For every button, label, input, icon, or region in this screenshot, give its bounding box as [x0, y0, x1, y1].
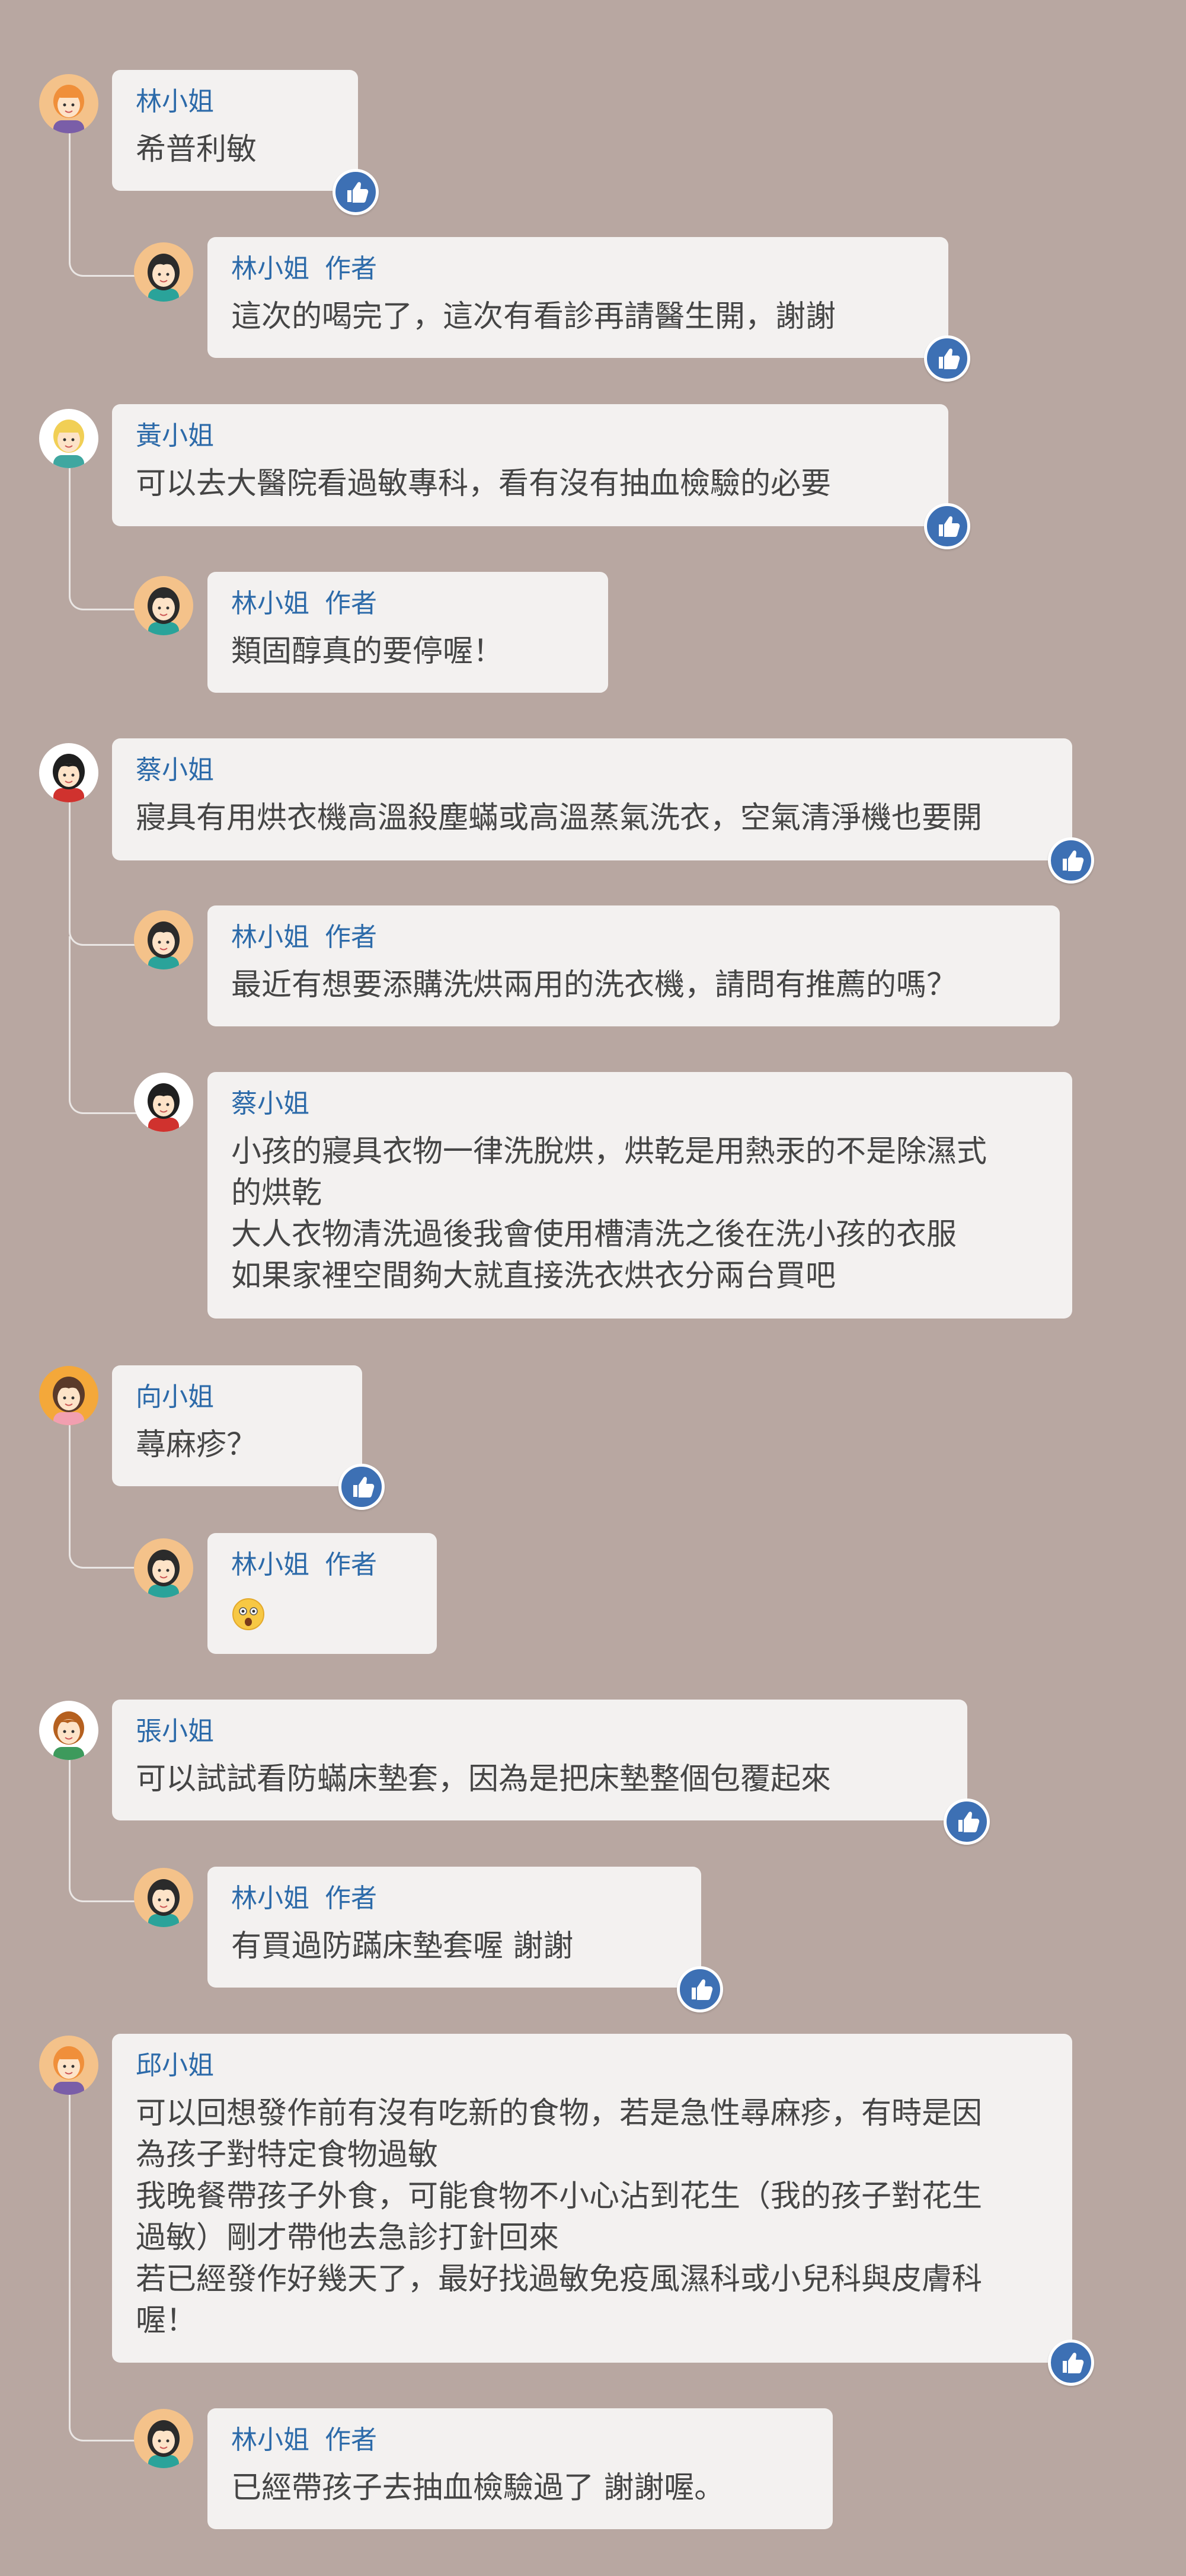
reply-line: 有買過防蹣床墊套喔 謝謝 [231, 1929, 574, 1964]
woman-black-hair-avatar-icon[interactable] [134, 1868, 193, 1927]
comment-bubble: 黃小姐 可以去大醫院看過敏專科，看有沒有抽血檢驗的必要 [112, 404, 948, 526]
thumbs-up-icon[interactable] [1048, 837, 1094, 884]
comment-line: 過敏）剛才帶他去急診打針回來 [136, 2220, 560, 2255]
reply-line: 類固醇真的要停喔！ [231, 634, 504, 669]
thumbs-up-icon[interactable] [1048, 2340, 1094, 2386]
reply-bubble: 林小姐 作者 類固醇真的要停喔！ [207, 572, 608, 693]
woman-black-hair-avatar-icon[interactable] [134, 2409, 193, 2468]
reply-text: 小孩的寢具衣物一律洗脫烘，烘乾是用熱汞的不是除濕式 的烘乾 大人衣物清洗過後我會… [231, 1131, 1048, 1297]
thumbs-up-icon[interactable] [944, 1799, 990, 1845]
author-badge: 作者 [325, 254, 377, 284]
woman-red-shirt-avatar-icon[interactable] [134, 1073, 193, 1132]
astonished-face-emoji-icon [231, 1597, 266, 1631]
commenter-name[interactable]: 林小姐 作者 [231, 922, 1036, 953]
comment-line: 為孩子對特定食物過敏 [136, 2137, 439, 2172]
commenter-name[interactable]: 林小姐 作者 [231, 1550, 413, 1580]
reply-text [231, 1592, 413, 1634]
reply-name[interactable]: 林小姐 [231, 2425, 309, 2455]
comment-line: 希普利敏 [136, 132, 257, 167]
commenter-name[interactable]: 林小姐 [136, 87, 334, 117]
commenter-name[interactable]: 黃小姐 [136, 421, 925, 452]
comment-line: 可以試試看防蟎床墊套，因為是把床墊整個包覆起來 [136, 1762, 832, 1797]
reply-name[interactable]: 林小姐 [231, 588, 309, 619]
commenter-name[interactable]: 向小姐 [136, 1382, 338, 1413]
reply-bubble: 林小姐 作者 這次的喝完了，這次有看診再請醫生開，謝謝 [207, 237, 948, 358]
woman-black-hair-avatar-icon[interactable] [134, 1538, 193, 1598]
reply-line: 這次的喝完了，這次有看診再請醫生開，謝謝 [231, 299, 836, 334]
reply-name[interactable]: 林小姐 [231, 254, 309, 284]
woman-blonde-hair-avatar-icon[interactable] [39, 409, 98, 468]
reply-line: 大人衣物清洗過後我會使用槽清洗之後在洗小孩的衣服 [231, 1217, 957, 1252]
woman-black-hair-avatar-icon[interactable] [134, 576, 193, 635]
commenter-name[interactable]: 蔡小姐 [231, 1089, 1048, 1119]
comment-bubble: 蔡小姐 寢具有用烘衣機高溫殺塵蟎或高溫蒸氣洗衣，空氣清淨機也要開 [112, 738, 1072, 860]
woman-brown-hair-avatar-icon[interactable] [39, 1701, 98, 1760]
commenter-name[interactable]: 林小姐 作者 [231, 2425, 809, 2456]
reply-bubble: 林小姐 作者 已經帶孩子去抽血檢驗過了 謝謝喔。 [207, 2408, 833, 2529]
reply-name[interactable]: 林小姐 [231, 922, 309, 952]
reply-name[interactable]: 林小姐 [231, 1883, 309, 1913]
reply-text: 最近有想要添購洗烘兩用的洗衣機，請問有推薦的嗎？ [231, 965, 1036, 1006]
reply-line: 最近有想要添購洗烘兩用的洗衣機，請問有推薦的嗎？ [231, 968, 957, 1003]
comment-text: 蕁麻疹？ [136, 1425, 338, 1466]
woman-orange-hair-avatar-icon[interactable] [39, 2036, 98, 2095]
author-badge: 作者 [325, 1550, 377, 1580]
comment-bubble: 向小姐 蕁麻疹？ [112, 1365, 362, 1486]
commenter-name[interactable]: 林小姐 作者 [231, 254, 925, 284]
author-badge: 作者 [325, 2425, 377, 2455]
comment-bubble: 林小姐 希普利敏 [112, 70, 358, 191]
thumbs-up-icon[interactable] [333, 169, 379, 215]
reply-bubble: 林小姐 作者 最近有想要添購洗烘兩用的洗衣機，請問有推薦的嗎？ [207, 905, 1060, 1026]
commenter-name[interactable]: 邱小姐 [136, 2050, 1048, 2081]
thumbs-up-icon[interactable] [677, 1966, 723, 2012]
author-badge: 作者 [325, 922, 377, 952]
reply-line: 小孩的寢具衣物一律洗脫烘，烘乾是用熱汞的不是除濕式 [231, 1134, 987, 1169]
reply-text: 有買過防蹣床墊套喔 謝謝 [231, 1926, 677, 1967]
woman-pink-shirt-avatar-icon[interactable] [39, 1366, 98, 1425]
comment-line: 喔！ [136, 2303, 197, 2338]
comment-line: 若已經發作好幾天了，最好找過敏免疫風濕科或小兒科與皮膚科 [136, 2262, 983, 2297]
reply-bubble: 林小姐 作者 有買過防蹣床墊套喔 謝謝 [207, 1867, 701, 1988]
commenter-name[interactable]: 蔡小姐 [136, 755, 1048, 786]
reply-line: 的烘乾 [231, 1176, 322, 1211]
author-badge: 作者 [325, 588, 377, 619]
reply-text: 類固醇真的要停喔！ [231, 631, 584, 673]
thread-connector [69, 936, 136, 1114]
reply-text: 這次的喝完了，這次有看診再請醫生開，謝謝 [231, 296, 925, 338]
woman-black-hair-avatar-icon[interactable] [134, 242, 193, 302]
commenter-name[interactable]: 林小姐 作者 [231, 1883, 677, 1914]
reply-line: 如果家裡空間夠大就直接洗衣烘衣分兩台買吧 [231, 1259, 836, 1294]
comment-line: 可以去大醫院看過敏專科，看有沒有抽血檢驗的必要 [136, 466, 832, 501]
commenter-name[interactable]: 林小姐 作者 [231, 588, 584, 619]
thumbs-up-icon[interactable] [924, 335, 970, 382]
comment-bubble: 張小姐 可以試試看防蟎床墊套，因為是把床墊整個包覆起來 [112, 1700, 967, 1820]
reply-text: 已經帶孩子去抽血檢驗過了 謝謝喔。 [231, 2468, 809, 2509]
woman-black-hair-avatar-icon[interactable] [134, 910, 193, 969]
comment-line: 寢具有用烘衣機高溫殺塵蟎或高溫蒸氣洗衣，空氣清淨機也要開 [136, 801, 983, 836]
comment-text: 可以回想發作前有沒有吃新的食物，若是急性尋麻疹，有時是因 為孩子對特定食物過敏 … [136, 2093, 1048, 2342]
comment-line: 蕁麻疹？ [136, 1428, 257, 1463]
woman-red-shirt-avatar-icon[interactable] [39, 743, 98, 802]
woman-orange-hair-avatar-icon[interactable] [39, 74, 98, 133]
comment-line: 我晚餐帶孩子外食，可能食物不小心沾到花生（我的孩子對花生 [136, 2179, 983, 2214]
comment-line: 可以回想發作前有沒有吃新的食物，若是急性尋麻疹，有時是因 [136, 2096, 983, 2131]
comment-text: 寢具有用烘衣機高溫殺塵蟎或高溫蒸氣洗衣，空氣清淨機也要開 [136, 798, 1048, 839]
comment-text: 希普利敏 [136, 129, 334, 171]
author-badge: 作者 [325, 1883, 377, 1913]
reply-bubble: 林小姐 作者 [207, 1533, 437, 1654]
reply-line: 已經帶孩子去抽血檢驗過了 謝謝喔。 [231, 2471, 725, 2505]
reply-bubble: 蔡小姐 小孩的寢具衣物一律洗脫烘，烘乾是用熱汞的不是除濕式 的烘乾 大人衣物清洗… [207, 1072, 1072, 1319]
comment-text: 可以試試看防蟎床墊套，因為是把床墊整個包覆起來 [136, 1759, 944, 1800]
comment-bubble: 邱小姐 可以回想發作前有沒有吃新的食物，若是急性尋麻疹，有時是因 為孩子對特定食… [112, 2034, 1072, 2363]
reply-name[interactable]: 林小姐 [231, 1550, 309, 1580]
comment-text: 可以去大醫院看過敏專科，看有沒有抽血檢驗的必要 [136, 463, 925, 505]
thumbs-up-icon[interactable] [924, 503, 970, 549]
commenter-name[interactable]: 張小姐 [136, 1716, 944, 1747]
thumbs-up-icon[interactable] [338, 1464, 385, 1510]
